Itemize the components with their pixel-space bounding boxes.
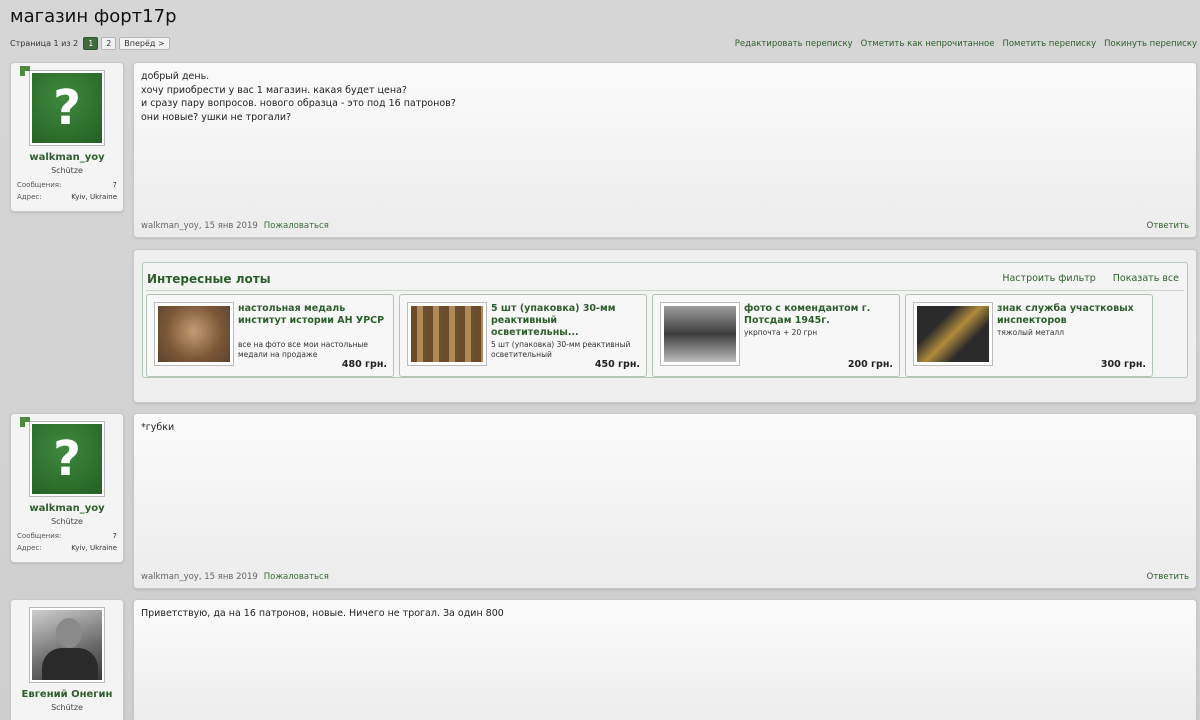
avatar[interactable]: ?	[29, 421, 105, 497]
message-footer: walkman_yoy, 15 янв 2019 Пожаловаться Отв…	[141, 572, 1189, 582]
report-link[interactable]: Пожаловаться	[264, 221, 329, 231]
address-label: Адрес:	[17, 544, 42, 552]
photo-body	[42, 648, 98, 680]
lot-title[interactable]: настольная медаль институт истории АН УР…	[238, 303, 385, 327]
user-corner-marker	[20, 417, 30, 427]
lot-price: 480 грн.	[341, 359, 387, 370]
user-title: Schütze	[51, 703, 83, 712]
message-text: *губки	[141, 422, 175, 433]
user-info-box: ? walkman_yoy Schütze Сообщения: 7 Адрес:…	[10, 62, 124, 212]
lot-thumbnail[interactable]	[407, 302, 487, 366]
lot-card[interactable]: 5 шт (упаковка) 30-мм реактивный осветит…	[399, 294, 647, 377]
username-link[interactable]: Евгений Онегин	[11, 689, 123, 700]
user-info-box: ? walkman_yoy Schütze Сообщения: 7 Адрес:…	[10, 413, 124, 563]
lot-card[interactable]: настольная медаль институт истории АН УР…	[146, 294, 394, 377]
user-messages-stat: Сообщения: 7	[11, 181, 123, 189]
show-all-link[interactable]: Показать все	[1113, 273, 1179, 284]
lots-title: Интересные лоты	[147, 272, 271, 286]
user-title: Schütze	[51, 166, 83, 175]
avatar[interactable]: ?	[29, 70, 105, 146]
medal-image	[158, 306, 230, 362]
lots-links: Настроить фильтр Показать все	[1002, 273, 1179, 284]
lot-thumbnail[interactable]	[154, 302, 234, 366]
lot-card[interactable]: знак служба участковых инспекторов тяжол…	[905, 294, 1153, 377]
message-box: *губки walkman_yoy, 15 янв 2019 Пожаловат…	[133, 413, 1197, 589]
messages-count: 7	[112, 181, 117, 189]
user-corner-marker	[20, 66, 30, 76]
message-meta: walkman_yoy, 15 янв 2019 Пожаловаться	[141, 572, 329, 582]
leave-conversation-link[interactable]: Покинуть переписку	[1104, 39, 1197, 49]
user-messages-stat: Сообщения: 7	[11, 532, 123, 540]
star-conversation-link[interactable]: Пометить переписку	[1002, 39, 1096, 49]
user-photo	[32, 610, 102, 680]
page-2-button[interactable]: 2	[101, 37, 117, 50]
messages-label: Сообщения:	[17, 532, 62, 540]
lot-price: 450 грн.	[594, 359, 640, 370]
address-value: Kyiv, Ukraine	[71, 544, 117, 552]
address-label: Адрес:	[17, 193, 42, 201]
message-text: Приветствую, да на 16 патронов, новые. Н…	[141, 608, 504, 619]
mark-unread-link[interactable]: Отметить как непрочитанное	[861, 39, 995, 49]
user-address-stat: Адрес: Kyiv, Ukraine	[11, 193, 123, 201]
next-page-button[interactable]: Вперёд >	[119, 37, 170, 50]
user-info-box: Евгений Онегин Schütze	[10, 599, 124, 720]
conversation-actions: Редактировать переписку Отметить как неп…	[735, 39, 1197, 49]
lot-price: 200 грн.	[847, 359, 893, 370]
messages-label: Сообщения:	[17, 181, 62, 189]
lot-thumbnail[interactable]	[660, 302, 740, 366]
username-link[interactable]: walkman_yoy	[11, 503, 123, 514]
message-text: добрый день. хочу приобрести у вас 1 маг…	[141, 71, 456, 123]
username-link[interactable]: walkman_yoy	[11, 152, 123, 163]
photo-image	[664, 306, 736, 362]
message-meta: walkman_yoy, 15 янв 2019 Пожаловаться	[141, 221, 329, 231]
lot-title[interactable]: 5 шт (упаковка) 30-мм реактивный осветит…	[491, 303, 638, 339]
pagination: Страница 1 из 2 1 2 Вперёд >	[10, 37, 170, 50]
message-box: Приветствую, да на 16 патронов, новые. Н…	[133, 599, 1197, 720]
badge-image	[917, 306, 989, 362]
user-title: Schütze	[51, 517, 83, 526]
avatar[interactable]	[29, 607, 105, 683]
interesting-lots-panel: Интересные лоты Настроить фильтр Показат…	[133, 249, 1197, 403]
photo-head	[56, 618, 82, 648]
messages-count: 7	[112, 532, 117, 540]
lots-divider	[146, 290, 1184, 291]
configure-filter-link[interactable]: Настроить фильтр	[1002, 273, 1095, 284]
question-mark-icon: ?	[32, 73, 102, 143]
reply-link[interactable]: Ответить	[1147, 221, 1189, 231]
lot-price: 300 грн.	[1100, 359, 1146, 370]
message-author-date[interactable]: walkman_yoy, 15 янв 2019	[141, 221, 258, 231]
lot-description: тяжолый металл	[997, 328, 1065, 337]
user-address-stat: Адрес: Kyiv, Ukraine	[11, 544, 123, 552]
message-footer: walkman_yoy, 15 янв 2019 Пожаловаться Отв…	[141, 221, 1189, 231]
lot-title[interactable]: знак служба участковых инспекторов	[997, 303, 1144, 327]
report-link[interactable]: Пожаловаться	[264, 572, 329, 582]
message-author-date[interactable]: walkman_yoy, 15 янв 2019	[141, 572, 258, 582]
cartridges-image	[411, 306, 483, 362]
lots-inner: Интересные лоты Настроить фильтр Показат…	[142, 262, 1188, 378]
message-box: добрый день. хочу приобрести у вас 1 маг…	[133, 62, 1197, 238]
page-title: магазин форт17р	[10, 6, 177, 27]
lot-thumbnail[interactable]	[913, 302, 993, 366]
edit-conversation-link[interactable]: Редактировать переписку	[735, 39, 853, 49]
lot-description: все на фото все мои настольные медали на…	[238, 340, 369, 359]
reply-link[interactable]: Ответить	[1147, 572, 1189, 582]
address-value: Kyiv, Ukraine	[71, 193, 117, 201]
lot-card[interactable]: фото с комендантом г. Потсдам 1945г. укр…	[652, 294, 900, 377]
lot-description: 5 шт (упаковка) 30-мм реактивный осветит…	[491, 340, 631, 359]
question-mark-icon: ?	[32, 424, 102, 494]
page-1-button[interactable]: 1	[83, 37, 99, 50]
lot-description: укрпочта + 20 грн	[744, 328, 818, 337]
pagination-label: Страница 1 из 2	[10, 39, 79, 48]
lot-title[interactable]: фото с комендантом г. Потсдам 1945г.	[744, 303, 891, 327]
